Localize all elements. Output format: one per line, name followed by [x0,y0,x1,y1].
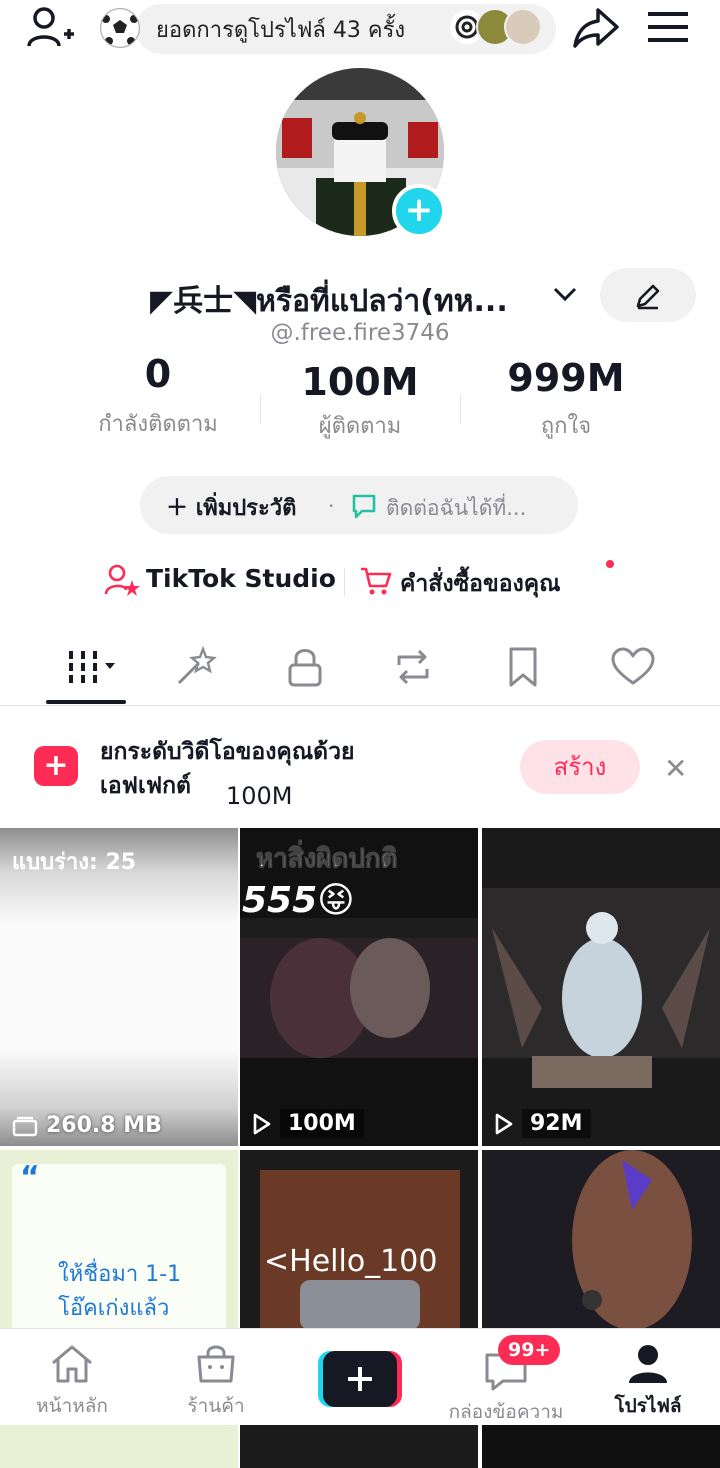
following-stat[interactable]: 0 กำลังติดตาม [58,352,258,441]
soccer-ball-icon [100,8,140,48]
tab-effects[interactable] [160,640,230,694]
profile-icon [625,1343,671,1385]
create-post-button[interactable] [318,1351,402,1407]
tab-videos[interactable] [56,640,126,694]
chevron-down-icon[interactable] [552,284,578,304]
video-caption: <Hello_100 [264,1244,438,1279]
likes-label: ถูกใจ [540,414,592,439]
followers-label: ผู้ติดตาม [318,414,402,439]
display-name: ◤兵士◥หรือที่แปลว่า(ทห... [150,284,508,319]
effects-plus-icon: + [34,746,78,786]
nav-home[interactable]: หน้าหลัก [2,1343,142,1421]
bottom-nav: หน้าหลัก ร้านค้า กล่องข้อความ 99+ โปรไฟล… [0,1328,720,1425]
top-bar: ยอดการดูโปรไฟล์ 43 ครั้ง [0,0,720,60]
tab-liked[interactable] [598,640,668,694]
followers-stat[interactable]: 100M ผู้ติดตาม [260,360,460,443]
video-caption: ให้ชื่อมา 1-1 [58,1262,182,1287]
tab-reposts[interactable] [378,640,448,694]
magic-wand-icon [173,645,217,689]
quote-icon: “ [20,1160,40,1195]
video-tile[interactable]: หาสิ่งผิดปกติ 555😝 100M [240,828,478,1146]
home-icon [49,1343,95,1385]
video-caption-2: โอ๊คเก่งแล้ว [58,1296,170,1321]
nav-shop[interactable]: ร้านค้า [146,1343,286,1421]
share-icon[interactable] [572,6,620,50]
grid-icon [61,647,121,687]
pencil-icon [634,282,662,310]
following-count: 0 [144,352,172,396]
view-count: 92M [494,1109,591,1138]
add-bio-label: เพิ่มประวัติ [195,496,297,521]
create-button[interactable]: สร้าง [520,740,640,794]
contact-button[interactable]: ติดต่อฉันได้ที่... [386,492,526,525]
nav-profile[interactable]: โปรไฟล์ [578,1343,718,1421]
likes-count: 999M [507,356,625,400]
play-icon [252,1112,272,1136]
repost-icon [391,645,435,689]
close-icon[interactable]: ✕ [664,752,687,785]
tab-private[interactable] [270,640,340,694]
active-tab-indicator [46,700,126,704]
heart-icon [611,647,655,687]
view-count: 100M [252,1109,364,1138]
menu-icon[interactable] [648,10,690,44]
viewer-avatars[interactable] [448,8,544,46]
viewer-avatar [504,8,542,46]
stat-divider [460,394,461,424]
profile-views-text: ยอดการดูโปรไฟล์ 43 ครั้ง [156,18,406,43]
drafts-title: แบบร่าง: 25 [12,850,137,875]
banner-overlay-text: 100M [226,782,293,810]
add-avatar-plus-icon[interactable]: + [392,184,446,238]
play-icon [494,1112,514,1136]
separator-dot: · [328,494,335,518]
orders-button[interactable]: คำสั่งซื้อของคุณ [400,566,560,602]
cart-icon [360,566,392,596]
drafts-tile[interactable]: แบบร่าง: 25 260.8 MB [0,828,238,1146]
tabs-divider [0,705,720,706]
inbox-badge: 99+ [498,1335,561,1365]
drafts-size: 260.8 MB [12,1113,162,1138]
edit-profile-button[interactable] [600,268,696,322]
video-caption-2: 555😝 [242,880,355,921]
notification-dot [606,560,614,568]
studio-icon [104,564,140,596]
shopping-bag-icon [193,1343,239,1385]
following-label: กำลังติดตาม [98,412,218,437]
video-caption: หาสิ่งผิดปกติ [256,844,399,875]
followers-count: 100M [301,360,419,404]
add-bio-button[interactable]: ＋ เพิ่มประวัติ [166,490,296,525]
likes-stat[interactable]: 999M ถูกใจ [466,356,666,443]
tab-favorites[interactable] [488,640,558,694]
add-friend-icon[interactable] [26,6,76,50]
stack-icon [12,1115,38,1137]
bookmark-icon [505,645,541,689]
lock-icon [285,645,325,689]
tiktok-studio-button[interactable]: TikTok Studio [146,564,336,593]
username: @.free.fire3746 [270,320,450,346]
banner-title-line1: ยกระดับวิดีโอของคุณด้วย [100,739,355,765]
plus-icon: ＋ [166,496,189,521]
tools-divider [344,568,345,596]
chat-bubble-icon [350,492,378,520]
video-tile[interactable]: 92M [482,828,720,1146]
banner-title-line2: เอฟเฟกต์ [100,773,191,799]
